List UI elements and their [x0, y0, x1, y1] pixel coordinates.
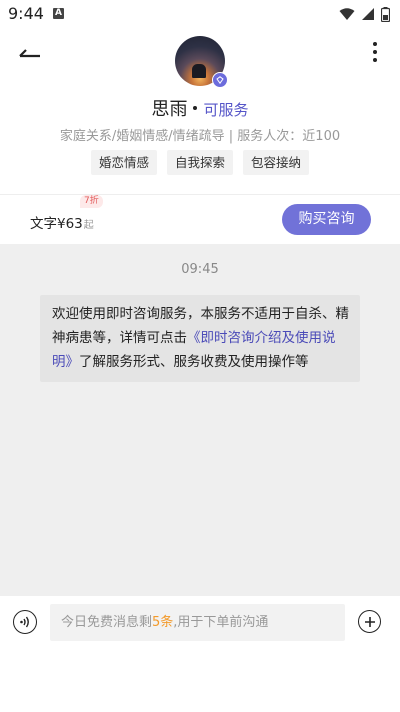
verified-icon: [212, 72, 228, 88]
system-message: 欢迎使用即时咨询服务，本服务不适用于自杀、精神病患等，详情可点击《即时咨询介绍及…: [40, 295, 360, 382]
avatar-silhouette: [192, 64, 206, 78]
price-suffix: 起: [83, 220, 94, 231]
back-button[interactable]: [14, 40, 46, 64]
add-button[interactable]: [358, 610, 381, 633]
status-time: 9:44: [8, 4, 44, 23]
back-arrow-icon: [19, 49, 40, 58]
status-icons: [339, 5, 390, 23]
separator-dot: [193, 106, 198, 110]
chat-area[interactable]: 09:45 欢迎使用即时咨询服务，本服务不适用于自杀、精神病患等，详情可点击《即…: [0, 244, 400, 596]
service-status: 可服务: [203, 101, 249, 119]
discount-badge: 7折: [80, 195, 103, 208]
input-bar: 今日免费消息剩5条,用于下单前沟通: [0, 596, 400, 712]
price-label: 文字¥63起: [30, 212, 94, 232]
free-message-count: 5条: [152, 615, 174, 630]
status-bar: 9:44 A: [0, 0, 400, 28]
input-placeholder-prefix: 今日免费消息剩: [61, 615, 153, 630]
chat-timestamp: 09:45: [181, 262, 219, 277]
voice-button[interactable]: [13, 610, 37, 634]
chip-romance: 婚恋情感: [90, 150, 157, 175]
plus-icon: [364, 616, 375, 627]
counselor-header: 思雨 可服务 家庭关系/婚姻情感/情绪疏导 | 服务人次：近100 婚恋情感 自我…: [0, 28, 400, 193]
price-amount: 文字¥63: [30, 216, 83, 232]
more-vertical-icon: [373, 42, 377, 46]
battery-icon: [381, 6, 390, 22]
more-options-button[interactable]: [366, 38, 384, 66]
specialties-line: 家庭关系/婚姻情感/情绪疏导 | 服务人次：近100: [59, 129, 341, 144]
input-placeholder-suffix: ,用于下单前沟通: [173, 615, 269, 630]
message-input[interactable]: 今日免费消息剩5条,用于下单前沟通: [50, 604, 345, 641]
voice-icon: [20, 616, 29, 628]
chip-acceptance: 包容接纳: [243, 150, 310, 175]
chip-row: 婚恋情感 自我探索 包容接纳: [0, 150, 400, 175]
chip-self-exploration: 自我探索: [166, 150, 233, 175]
signal-icon: [362, 8, 374, 20]
counselor-name: 思雨: [151, 99, 188, 120]
wifi-icon: [339, 7, 355, 20]
name-row: 思雨 可服务: [0, 95, 400, 121]
buy-consultation-button[interactable]: 购买咨询: [282, 204, 371, 235]
notification-icon: A: [53, 8, 64, 19]
price-bar: 7折 文字¥63起 购买咨询: [0, 194, 400, 245]
message-text-end: 了解服务形式、服务收费及使用操作等: [79, 354, 309, 370]
